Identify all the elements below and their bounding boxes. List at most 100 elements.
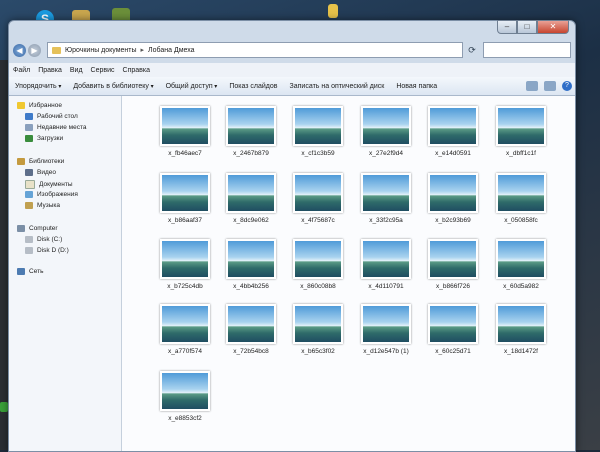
nav-label: Disk (C:) — [37, 236, 63, 243]
recent-places-icon — [25, 124, 33, 131]
image-thumbnail — [428, 106, 478, 146]
nav-label: Недавние места — [37, 124, 87, 131]
search-input[interactable] — [483, 42, 571, 58]
file-item[interactable]: x_4f75687c — [287, 173, 349, 224]
nav-recent[interactable]: Недавние места — [25, 124, 87, 131]
file-item[interactable]: x_27e2f9d4 — [355, 106, 417, 157]
file-item[interactable]: x_60c25d71 — [422, 304, 484, 355]
file-item[interactable]: x_e14d0591 — [422, 106, 484, 157]
nav-disk-c[interactable]: Disk (C:) — [25, 236, 62, 243]
new-folder-button[interactable]: Новая папка — [390, 83, 443, 90]
file-item[interactable]: x_b86aaf37 — [154, 173, 216, 224]
image-thumbnail — [361, 106, 411, 146]
file-name: x_72b54bc8 — [233, 348, 269, 355]
file-item[interactable]: x_050858fc — [490, 173, 552, 224]
menu-help[interactable]: Справка — [119, 67, 154, 74]
image-thumbnail — [226, 106, 276, 146]
image-thumbnail — [361, 304, 411, 344]
file-item[interactable]: x_b65c3f02 — [287, 304, 349, 355]
star-icon — [17, 102, 25, 109]
menu-view[interactable]: Вид — [66, 67, 87, 74]
breadcrumb-item[interactable]: Юрочкины документы — [65, 47, 137, 54]
file-item[interactable]: x_a770f574 — [154, 304, 216, 355]
file-item[interactable]: x_dbff1c1f — [490, 106, 552, 157]
breadcrumb-item[interactable]: Лобана Дмеха — [148, 47, 195, 54]
desktop-folder-icon[interactable] — [328, 4, 338, 18]
nav-label: Сеть — [29, 268, 44, 275]
minimize-button[interactable]: – — [497, 20, 517, 34]
file-item[interactable]: x_8dc9e062 — [220, 173, 282, 224]
file-item[interactable]: x_b2c93b69 — [422, 173, 484, 224]
maximize-button[interactable]: □ — [517, 20, 537, 34]
address-row: ◀ ▶ Юрочкины документы ▸ Лобана Дмеха ⟳ — [13, 41, 571, 59]
file-name: x_dbff1c1f — [506, 150, 536, 157]
nav-music[interactable]: Музыка — [25, 202, 60, 209]
close-button[interactable]: ✕ — [537, 20, 569, 34]
file-item[interactable]: x_60d5a982 — [490, 239, 552, 290]
image-thumbnail — [226, 173, 276, 213]
file-item[interactable]: x_4bb4b256 — [220, 239, 282, 290]
preview-pane-icon[interactable] — [544, 81, 556, 91]
menu-tools[interactable]: Сервис — [87, 67, 119, 74]
add-to-library-button[interactable]: Добавить в библиотеку — [67, 83, 159, 90]
nav-label: Библиотеки — [29, 158, 65, 165]
nav-libraries[interactable]: Библиотеки — [17, 158, 64, 165]
file-name: x_27e2f9d4 — [369, 150, 403, 157]
file-name: x_b866f726 — [436, 283, 470, 290]
file-item[interactable]: x_860c08b8 — [287, 239, 349, 290]
downloads-icon — [25, 135, 33, 142]
file-item[interactable]: x_2467b879 — [220, 106, 282, 157]
file-item[interactable]: x_b866f726 — [422, 239, 484, 290]
file-item[interactable]: x_18d1472f — [490, 304, 552, 355]
image-thumbnail — [160, 239, 210, 279]
file-item[interactable]: x_72b54bc8 — [220, 304, 282, 355]
disk-icon — [25, 247, 33, 254]
image-thumbnail — [293, 173, 343, 213]
burn-button[interactable]: Записать на оптический диск — [284, 83, 391, 90]
network-icon — [17, 268, 25, 275]
organize-button[interactable]: Упорядочить — [9, 83, 67, 90]
file-name: x_b65c3f02 — [301, 348, 335, 355]
nav-video[interactable]: Видео — [25, 169, 56, 176]
file-name: x_050858fc — [504, 217, 538, 224]
file-list: x_fb46aec7 x_2467b879 x_cf1c3b59 x_27e2f9d4… — [122, 96, 575, 451]
image-thumbnail — [293, 106, 343, 146]
nav-downloads[interactable]: Загрузки — [25, 135, 63, 142]
back-button[interactable]: ◀ — [13, 43, 26, 57]
forward-button[interactable]: ▶ — [28, 43, 41, 57]
breadcrumb-separator-icon[interactable]: ▸ — [141, 46, 145, 54]
file-name: x_33f2c95a — [369, 217, 403, 224]
desktop-shortcut-icon[interactable] — [0, 402, 8, 412]
view-options-icon[interactable] — [526, 81, 538, 91]
file-item[interactable]: x_4d110791 — [355, 239, 417, 290]
file-item[interactable]: x_fb46aec7 — [154, 106, 216, 157]
menu-edit[interactable]: Правка — [34, 67, 66, 74]
image-thumbnail — [160, 304, 210, 344]
file-item[interactable]: x_b725c4db — [154, 239, 216, 290]
file-item[interactable]: x_d12e547b (1) — [355, 304, 417, 355]
nav-computer[interactable]: Computer — [17, 225, 58, 232]
file-name: x_4d110791 — [368, 283, 404, 290]
file-item[interactable]: x_33f2c95a — [355, 173, 417, 224]
nav-favorites[interactable]: Избранное — [17, 102, 62, 109]
video-icon — [25, 169, 33, 176]
file-name: x_a770f574 — [168, 348, 202, 355]
nav-desktop[interactable]: Рабочий стол — [25, 113, 78, 120]
help-icon[interactable]: ? — [562, 81, 572, 91]
navigation-pane: Избранное Рабочий стол Недавние места За… — [9, 96, 122, 451]
nav-label: Музыка — [37, 202, 60, 209]
image-thumbnail — [496, 239, 546, 279]
nav-images[interactable]: Изображения — [25, 191, 78, 198]
desktop-icon — [25, 113, 33, 120]
refresh-icon[interactable]: ⟳ — [465, 43, 479, 57]
file-item[interactable]: x_cf1c3b59 — [287, 106, 349, 157]
menu-file[interactable]: Файл — [9, 67, 34, 74]
share-button[interactable]: Общий доступ — [160, 83, 224, 90]
nav-disk-d[interactable]: Disk D (D:) — [25, 247, 69, 254]
nav-documents[interactable]: Документы — [25, 180, 73, 189]
nav-network[interactable]: Сеть — [17, 268, 43, 275]
file-name: x_4bb4b256 — [233, 283, 269, 290]
file-item[interactable]: x_e8853cf2 — [154, 371, 216, 422]
slideshow-button[interactable]: Показ слайдов — [223, 83, 283, 90]
address-bar[interactable]: Юрочкины документы ▸ Лобана Дмеха — [47, 42, 463, 58]
